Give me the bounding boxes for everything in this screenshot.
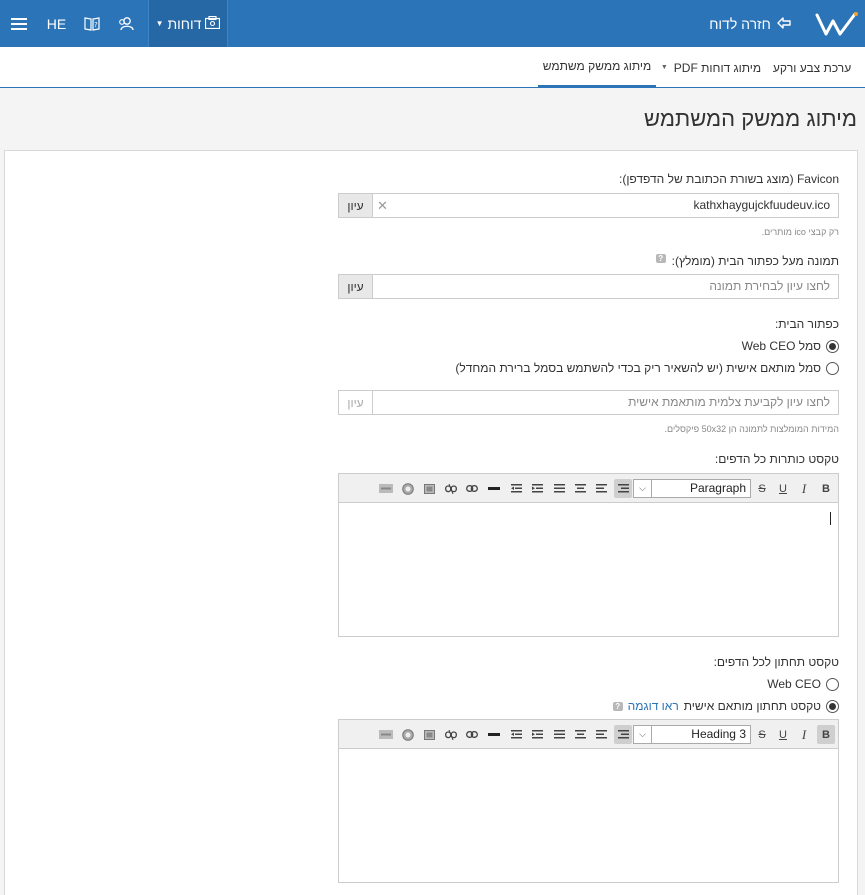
underline-icon[interactable]: U: [774, 479, 792, 498]
indent-icon[interactable]: [507, 479, 525, 498]
svg-text:?: ?: [94, 21, 98, 29]
radio-button[interactable]: [826, 677, 839, 691]
tab-label: מיתוג ממשק משתמש: [542, 59, 652, 73]
link-icon[interactable]: [463, 479, 481, 498]
chevron-down-icon: ⌵: [634, 726, 652, 743]
page-title: מיתוג ממשק המשתמש: [644, 106, 857, 131]
align-right-icon[interactable]: [614, 725, 632, 744]
radio-label: Web CEO: [767, 677, 821, 691]
justify-icon[interactable]: [550, 725, 568, 744]
home-image-field[interactable]: עיון לחצו עיון לבחירת תמונה: [338, 274, 839, 299]
favicon-value: kathxhaygujckfuudeuv.ico: [693, 198, 830, 212]
home-image-browse-button[interactable]: עיון: [339, 275, 373, 298]
back-label: חזרה לדוח: [709, 15, 771, 32]
format-value: Heading 3: [691, 727, 746, 741]
radio-footer-webceo[interactable]: Web CEO: [767, 677, 839, 691]
home-image-label-row: תמונה מעל כפתור הבית (מומלץ): ?: [655, 254, 839, 268]
editor-toolbar: B I U S ⌵ Heading 3: [339, 720, 838, 749]
menu-icon[interactable]: [0, 0, 38, 47]
top-bar: HE ? ▼ דוחות חזרה לדוח: [0, 0, 865, 47]
strikethrough-icon[interactable]: S: [753, 725, 771, 744]
favicon-field[interactable]: עיון ✕ kathxhaygujckfuudeuv.ico: [338, 193, 839, 218]
horizontal-rule-icon[interactable]: [485, 479, 503, 498]
underline-icon[interactable]: U: [774, 725, 792, 744]
users-icon[interactable]: [109, 0, 143, 47]
custom-icon-field[interactable]: עיון לחצו עיון לקביעת צלמית מותאמת אישית: [338, 390, 839, 415]
tab-ui-branding[interactable]: מיתוג ממשק משתמש: [538, 47, 656, 88]
custom-icon-placeholder: לחצו עיון לקביעת צלמית מותאמת אישית: [628, 395, 830, 409]
footer-text-editor[interactable]: B I U S ⌵ Heading 3: [338, 719, 839, 883]
align-left-icon[interactable]: [592, 479, 610, 498]
back-to-report-link[interactable]: חזרה לדוח: [700, 0, 800, 47]
outdent-icon[interactable]: [528, 725, 546, 744]
radio-custom-icon[interactable]: סמל מותאם אישית (יש להשאיר ריק בכדי להשת…: [455, 361, 839, 375]
link-icon[interactable]: [463, 725, 481, 744]
custom-icon-hint: המידות המומלצות לתמונה הן 50x32 פיקסלים.: [664, 424, 839, 434]
favicon-browse-button[interactable]: עיון: [339, 194, 373, 217]
clear-icon[interactable]: ✕: [377, 194, 388, 217]
editor-toolbar: B I U S ⌵ Paragraph: [339, 474, 838, 503]
footer-text-label: טקסט תחתון לכל הדפים:: [713, 655, 839, 669]
help-icon[interactable]: ?: [612, 701, 623, 711]
home-button-label: כפתור הבית:: [774, 317, 839, 331]
radio-label: טקסט תחתון מותאם אישית: [683, 699, 821, 713]
language-switch[interactable]: HE: [38, 0, 75, 47]
radio-label: סמל Web CEO: [741, 339, 821, 353]
format-select[interactable]: ⌵ Paragraph: [633, 479, 751, 498]
see-example-link[interactable]: ראו דוגמה: [628, 699, 679, 713]
radio-footer-custom[interactable]: טקסט תחתון מותאם אישית ראו דוגמה ?: [612, 699, 839, 713]
reports-label: דוחות: [167, 15, 202, 32]
align-left-icon[interactable]: [592, 725, 610, 744]
webceo-logo[interactable]: [808, 0, 865, 47]
home-image-label: תמונה מעל כפתור הבית (מומלץ):: [671, 254, 839, 268]
back-arrow-icon: [777, 16, 791, 32]
outdent-icon[interactable]: [528, 479, 546, 498]
text-cursor: [830, 512, 831, 525]
reports-icon: [205, 15, 221, 32]
unlink-icon[interactable]: [442, 479, 460, 498]
header-text-label: טקסט כותרות כל הדפים:: [714, 452, 839, 466]
custom-icon-browse-button[interactable]: עיון: [339, 391, 373, 414]
align-right-icon[interactable]: [614, 479, 632, 498]
html-icon[interactable]: [377, 479, 395, 498]
image-icon[interactable]: [420, 725, 438, 744]
radio-button[interactable]: [826, 699, 839, 713]
home-image-placeholder: לחצו עיון לבחירת תמונה: [709, 279, 830, 293]
italic-icon[interactable]: I: [795, 479, 813, 498]
horizontal-rule-icon[interactable]: [485, 725, 503, 744]
radio-webceo-icon[interactable]: סמל Web CEO: [742, 339, 839, 353]
radio-label: סמל מותאם אישית (יש להשאיר ריק בכדי להשת…: [455, 361, 821, 375]
radio-button[interactable]: [826, 361, 839, 375]
help-book-icon[interactable]: ?: [75, 0, 109, 47]
indent-icon[interactable]: [507, 725, 525, 744]
align-center-icon[interactable]: [571, 725, 589, 744]
align-center-icon[interactable]: [571, 479, 589, 498]
chevron-down-icon: ⌵: [634, 480, 652, 497]
tab-pdf-branding[interactable]: מיתוג דוחות PDF ▼: [656, 47, 766, 88]
format-select[interactable]: ⌵ Heading 3: [633, 725, 751, 744]
favicon-label: Favicon (מוצג בשורת הכתובת של הדפדפן):: [618, 172, 839, 186]
reports-menu-button[interactable]: ▼ דוחות: [148, 0, 228, 47]
italic-icon[interactable]: I: [795, 725, 813, 744]
radio-button[interactable]: [826, 339, 839, 353]
bold-icon[interactable]: B: [817, 479, 835, 498]
emoji-icon[interactable]: [399, 479, 417, 498]
chevron-down-icon: ▼: [155, 19, 164, 28]
justify-icon[interactable]: [550, 479, 568, 498]
favicon-hint: רק קבצי ico מותרים.: [761, 227, 839, 237]
strikethrough-icon[interactable]: S: [753, 479, 771, 498]
sub-navigation: ערכת צבע ורקע מיתוג דוחות PDF ▼ מיתוג ממ…: [0, 47, 865, 88]
unlink-icon[interactable]: [442, 725, 460, 744]
chevron-down-icon: ▼: [660, 64, 668, 71]
html-icon[interactable]: [377, 725, 395, 744]
tab-color-scheme[interactable]: ערכת צבע ורקע: [768, 47, 856, 88]
tab-label: מיתוג דוחות PDF: [673, 60, 762, 75]
emoji-icon[interactable]: [399, 725, 417, 744]
image-icon[interactable]: [420, 479, 438, 498]
bold-icon[interactable]: B: [817, 725, 835, 744]
help-icon[interactable]: ?: [655, 254, 666, 263]
tab-label: ערכת צבע ורקע: [772, 60, 852, 75]
header-text-editor[interactable]: B I U S ⌵ Paragraph: [338, 473, 839, 637]
format-value: Paragraph: [689, 481, 746, 495]
